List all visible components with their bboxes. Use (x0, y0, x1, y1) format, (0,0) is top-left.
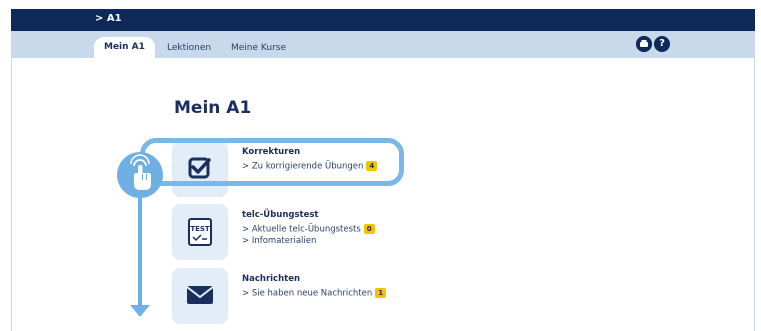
list-item-nachrichten[interactable]: Nachrichten > Sie haben neue Nachrichten… (172, 268, 432, 324)
count-badge: 1 (375, 288, 387, 298)
test-icon-label: TEST (190, 225, 210, 233)
tab-mein-a1[interactable]: Mein A1 (94, 37, 155, 58)
top-bar: > A1 (11, 9, 755, 31)
frame-right-edge (755, 0, 761, 331)
count-badge: 0 (363, 224, 375, 234)
item-title: telc-Übungstest (242, 210, 319, 220)
link-neue-nachrichten[interactable]: > Sie haben neue Nachrichten 1 (242, 288, 387, 299)
app-frame: > A1 Mein A1 Lektionen Meine Kurse ? Mei… (0, 0, 761, 331)
tap-hand-icon (117, 152, 163, 198)
frame-left-edge (0, 0, 11, 331)
link-label: > Sie haben neue Nachrichten (242, 288, 373, 299)
link-infomaterialien[interactable]: > Infomaterialien (242, 236, 316, 246)
tab-lektionen[interactable]: Lektionen (159, 38, 219, 58)
list-item-telc-uebungstest[interactable]: TEST telc-Übungstest > Aktuelle telc-Übu… (172, 204, 432, 260)
breadcrumb[interactable]: > A1 (95, 13, 122, 24)
print-icon[interactable] (636, 36, 652, 52)
page-title: Mein A1 (174, 98, 252, 118)
envelope-icon (172, 268, 228, 324)
highlight-outline (140, 138, 404, 186)
item-title: Nachrichten (242, 274, 301, 284)
scroll-arrow-line (138, 196, 142, 309)
scroll-down-arrow-icon (130, 305, 150, 317)
tab-bar: Mein A1 Lektionen Meine Kurse ? (11, 31, 755, 58)
link-label: > Aktuelle telc-Übungstests (242, 224, 361, 235)
test-document-icon: TEST (172, 204, 228, 260)
toolbar-icons: ? (636, 36, 670, 54)
link-aktuelle-telc-uebungstests[interactable]: > Aktuelle telc-Übungstests 0 (242, 224, 375, 235)
tab-meine-kurse[interactable]: Meine Kurse (223, 38, 294, 58)
link-label: > Infomaterialien (242, 236, 317, 246)
help-icon[interactable]: ? (654, 36, 670, 52)
